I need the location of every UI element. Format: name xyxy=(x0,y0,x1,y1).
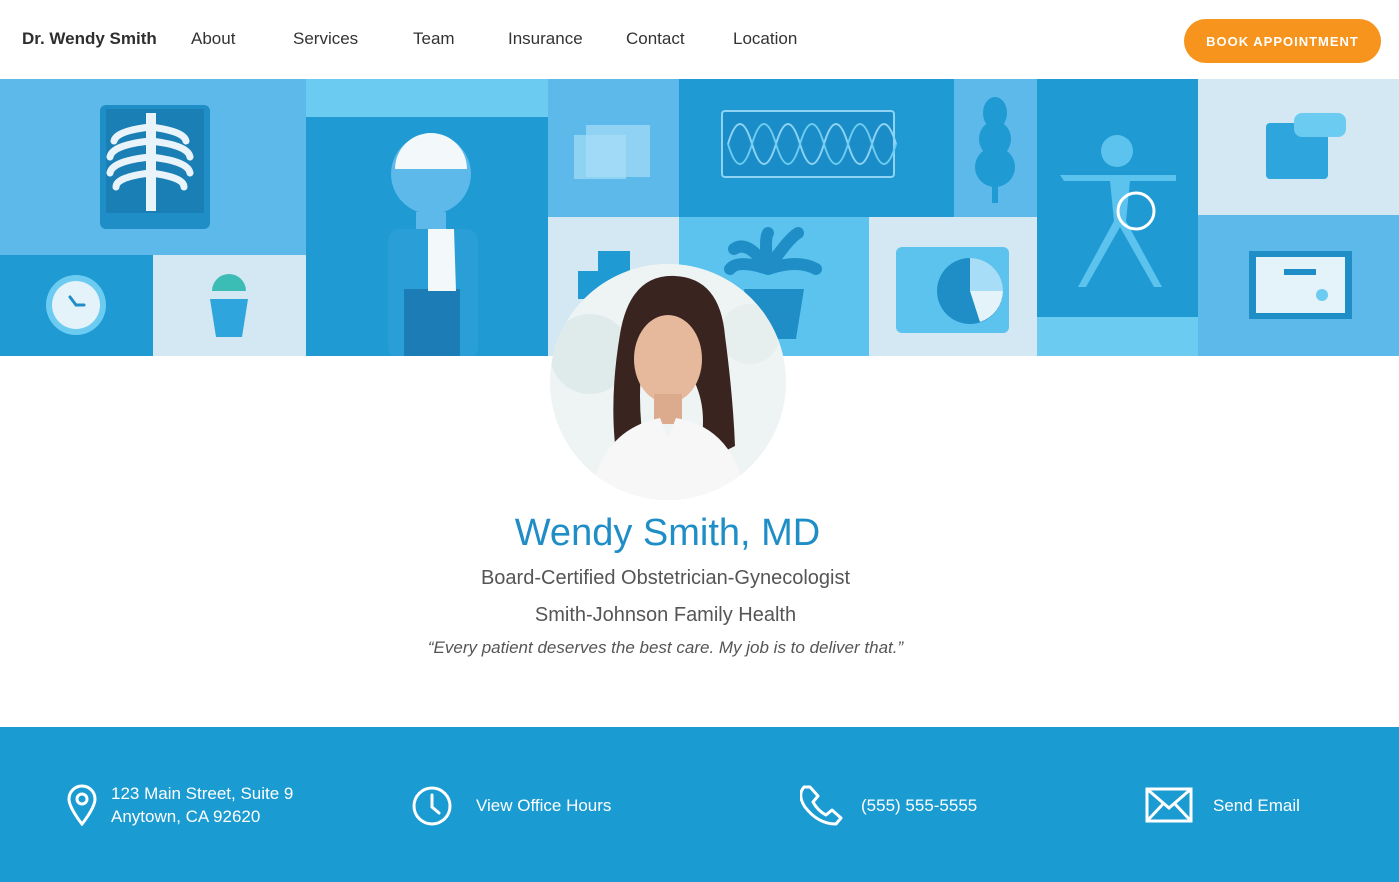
doctor-quote: “Every patient deserves the best care. M… xyxy=(427,638,904,657)
wall-clock-icon xyxy=(46,275,106,335)
book-appointment-button[interactable]: BOOK APPOINTMENT xyxy=(1184,19,1381,63)
top-navigation: Dr. Wendy Smith About Services Team Insu… xyxy=(0,0,1399,79)
brand-logo-text[interactable]: Dr. Wendy Smith xyxy=(22,29,157,49)
nav-link-services[interactable]: Services xyxy=(293,29,358,49)
envelope-icon xyxy=(1145,787,1193,823)
nav-link-location[interactable]: Location xyxy=(733,29,797,49)
nav-link-contact[interactable]: Contact xyxy=(626,29,685,49)
nav-link-team[interactable]: Team xyxy=(413,29,455,49)
address-item[interactable]: 123 Main Street, Suite 9 Anytown, CA 926… xyxy=(66,782,306,832)
doctor-portrait-photo xyxy=(550,264,786,500)
nav-link-insurance[interactable]: Insurance xyxy=(508,29,583,49)
practice-name-text: Smith-Johnson Family Health xyxy=(534,604,797,626)
xray-icon xyxy=(100,105,210,229)
certificate-icon xyxy=(1249,251,1352,319)
pie-chart-screen-icon xyxy=(896,247,1009,333)
contact-info-bar: 123 Main Street, Suite 9 Anytown, CA 926… xyxy=(0,727,1399,882)
office-hours-link[interactable]: View Office Hours xyxy=(411,785,641,827)
cupcake-icon xyxy=(210,274,248,337)
address-line-2: Anytown, CA 92620 xyxy=(111,807,261,826)
doctor-name-heading: Wendy Smith, MD xyxy=(514,512,821,554)
doctor-portrait-illustration xyxy=(550,264,786,500)
send-email-label: Send Email xyxy=(1213,796,1300,815)
phone-icon xyxy=(800,785,843,826)
injured-patient-figure xyxy=(388,133,478,356)
address-line-1: 123 Main Street, Suite 9 xyxy=(111,784,294,803)
nav-link-about[interactable]: About xyxy=(191,29,235,49)
heart-monitor-icon xyxy=(721,110,897,178)
specialty-text: Board-Certified Obstetrician-Gynecologis… xyxy=(480,567,851,589)
office-hours-label: View Office Hours xyxy=(476,796,612,815)
map-pin-icon xyxy=(67,784,97,826)
send-email-link[interactable]: Send Email xyxy=(1145,786,1325,826)
phone-link[interactable]: (555) 555-5555 xyxy=(800,783,1000,827)
clock-icon xyxy=(412,786,452,826)
phone-number: (555) 555-5555 xyxy=(861,796,978,815)
